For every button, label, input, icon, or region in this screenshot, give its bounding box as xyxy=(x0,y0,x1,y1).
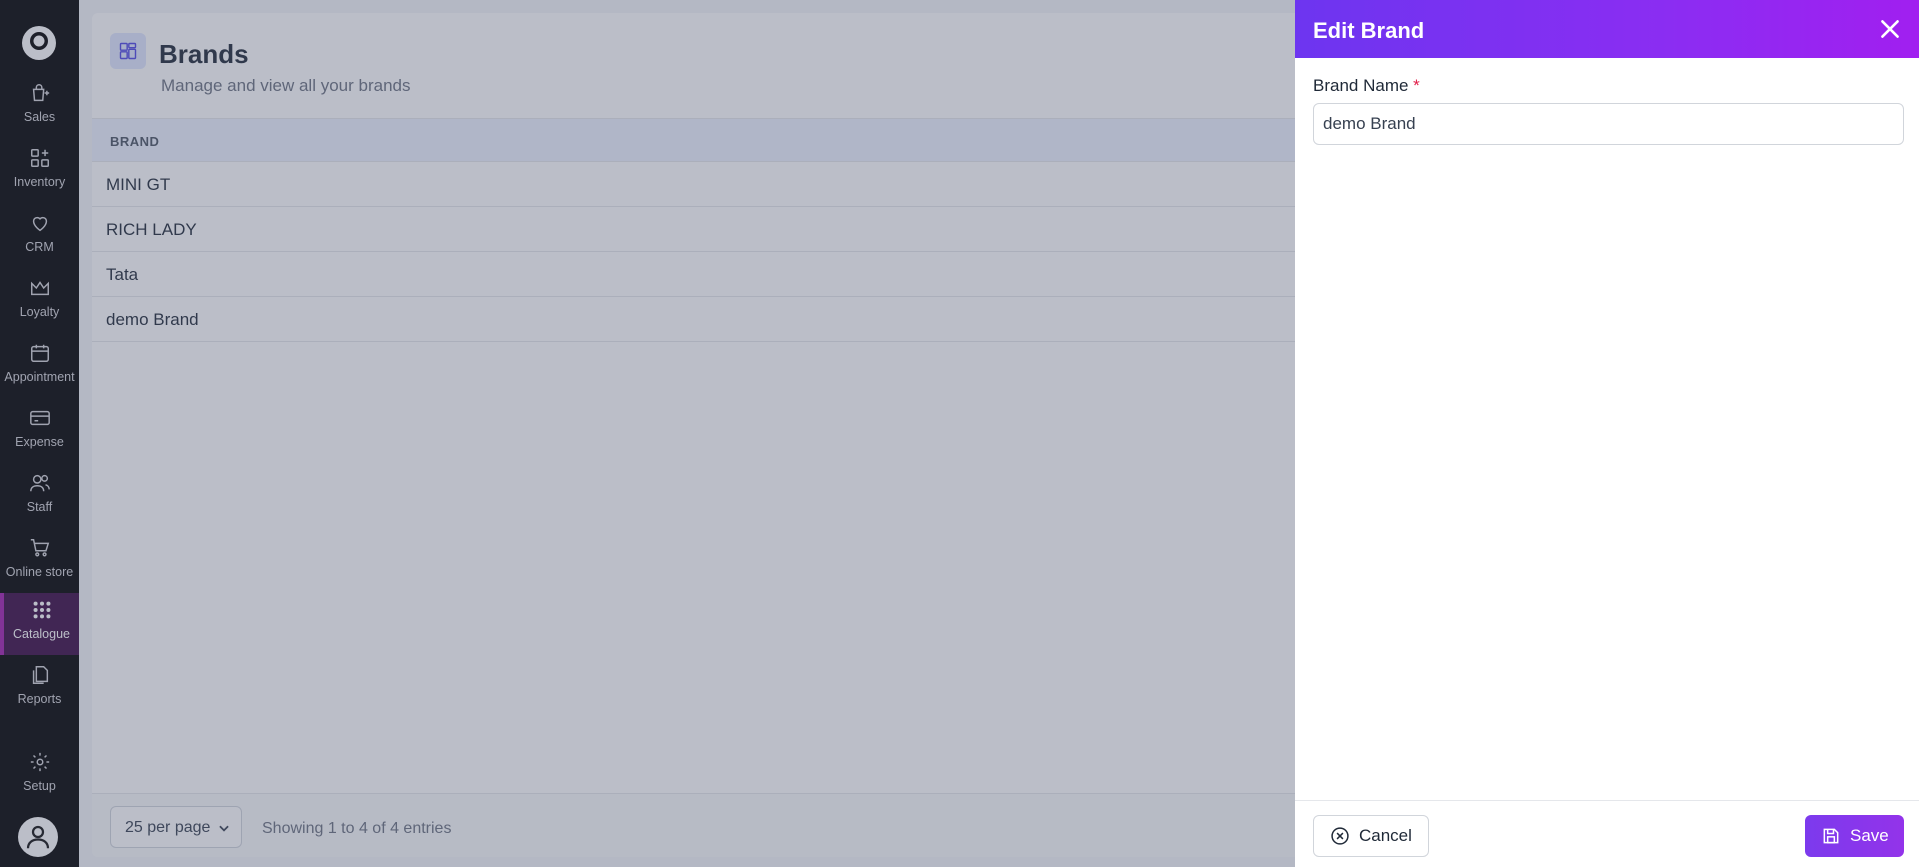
circle-x-icon xyxy=(1331,827,1349,845)
close-icon xyxy=(1881,20,1899,38)
save-button[interactable]: Save xyxy=(1805,815,1904,857)
brand-name-input[interactable] xyxy=(1313,103,1904,145)
edit-brand-drawer: Edit Brand Brand Name * Cancel Save xyxy=(1295,0,1919,867)
brand-name-label-text: Brand Name xyxy=(1313,76,1409,95)
drawer-title: Edit Brand xyxy=(1313,18,1425,43)
drawer-header: Edit Brand xyxy=(1295,0,1919,58)
save-label: Save xyxy=(1850,826,1889,845)
save-icon xyxy=(1823,828,1839,844)
drawer-footer: Cancel Save xyxy=(1295,800,1919,867)
cancel-button[interactable]: Cancel xyxy=(1313,815,1429,857)
brand-name-label: Brand Name * xyxy=(1313,76,1420,96)
close-button[interactable] xyxy=(1877,16,1903,42)
cancel-label: Cancel xyxy=(1359,826,1412,845)
required-mark: * xyxy=(1413,76,1420,95)
